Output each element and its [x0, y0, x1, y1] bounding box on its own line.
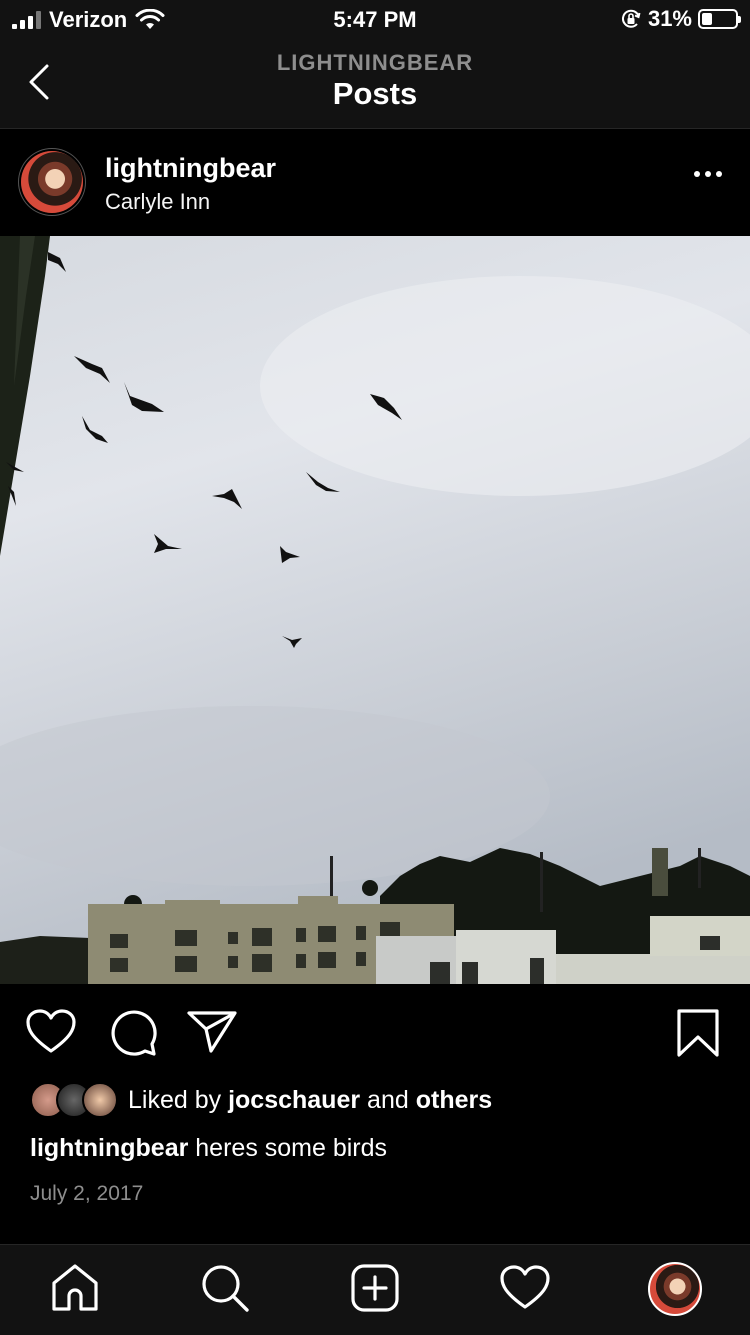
heart-icon[interactable]	[26, 1009, 76, 1055]
battery-icon	[698, 9, 741, 29]
likes-joiner: and	[367, 1085, 409, 1114]
likes-user[interactable]: jocschauer	[228, 1086, 360, 1114]
search-icon[interactable]	[200, 1263, 250, 1313]
post-caption: lightningbear heres some birds	[30, 1134, 387, 1163]
paper-plane-icon[interactable]	[186, 1010, 238, 1054]
post-photo[interactable]	[0, 236, 750, 984]
caption-text: heres some birds	[195, 1134, 388, 1162]
battery-percent: 31%	[647, 6, 692, 31]
more-options-icon[interactable]	[694, 171, 722, 177]
nav-header: LIGHTNINGBEAR Posts	[0, 40, 750, 129]
orientation-lock-icon	[621, 9, 641, 28]
comment-icon[interactable]	[108, 1008, 158, 1058]
plus-square-icon[interactable]	[350, 1263, 400, 1313]
post-date: July 2, 2017	[30, 1182, 144, 1205]
likes-text: Liked by jocschauer and others	[128, 1086, 492, 1115]
status-right: 31%	[620, 6, 741, 32]
post-header: lightningbear Carlyle Inn	[0, 129, 750, 235]
bookmark-icon[interactable]	[676, 1008, 720, 1058]
tab-bar	[0, 1244, 750, 1335]
home-icon[interactable]	[50, 1263, 100, 1313]
post-actions	[0, 984, 750, 1074]
photo-scene	[0, 236, 750, 984]
caption-username[interactable]: lightningbear	[30, 1134, 188, 1162]
likes-others[interactable]: others	[416, 1086, 492, 1114]
profile-tab-avatar[interactable]	[648, 1262, 702, 1316]
likes-prefix: Liked by	[128, 1085, 222, 1114]
activity-heart-icon[interactable]	[500, 1265, 550, 1311]
author-avatar[interactable]	[21, 151, 83, 213]
post-location[interactable]: Carlyle Inn	[105, 189, 210, 215]
liker-avatar	[82, 1082, 118, 1118]
page-title: Posts	[332, 76, 418, 111]
profile-username-subtitle: LIGHTNINGBEAR	[276, 50, 474, 75]
status-bar: Verizon 5:47 PM 31%	[0, 0, 750, 40]
likes-summary[interactable]: Liked by jocschauer and others	[30, 1082, 492, 1118]
author-username[interactable]: lightningbear	[105, 153, 276, 184]
